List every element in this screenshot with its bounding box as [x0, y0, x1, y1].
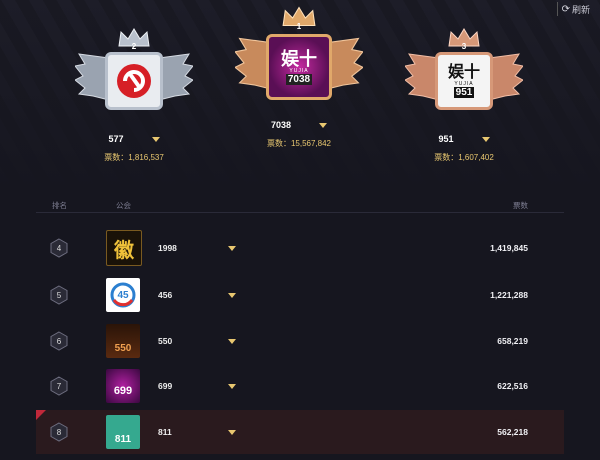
guild-logo: 45 — [106, 278, 140, 312]
header-rank: 排名 — [52, 201, 67, 210]
rank-number: 3 — [461, 42, 467, 51]
silver-wing-icon — [159, 53, 193, 101]
vote-count: 票数：1,607,402 — [434, 153, 494, 162]
vote-count: 658,219 — [497, 336, 528, 346]
podium-rank-2[interactable]: 2 577 票数：1,816,537 — [74, 28, 194, 163]
table-row[interactable]: 7 699 699 622,516 — [36, 364, 564, 408]
highlight-corner-tag — [36, 410, 46, 420]
header-votes: 票数 — [513, 201, 528, 210]
podium-rank-1[interactable]: 1 娱十 YUJIA 7038 7038 票数：15,567,842 — [234, 6, 364, 149]
vote-count: 1,221,288 — [490, 290, 528, 300]
expand-arrow-icon[interactable] — [228, 338, 236, 344]
guild-logo: 699 — [106, 369, 140, 403]
guild-name: 699 — [158, 381, 173, 391]
guild-logo: 811 — [106, 415, 140, 449]
silver-wing-icon — [75, 53, 109, 101]
table-row[interactable]: 6 550 550 658,219 — [36, 319, 564, 363]
vote-count: 562,218 — [497, 427, 528, 437]
bronze-wing-icon — [489, 53, 523, 101]
guild-name: 811 — [158, 427, 172, 437]
bronze-wing-icon — [405, 53, 439, 101]
ranking-table-header: 排名 公会 票数 — [36, 198, 564, 213]
guild-name: 456 — [158, 290, 173, 300]
rank-badge: 1 娱十 YUJIA 7038 — [235, 6, 363, 112]
expand-arrow-icon[interactable] — [228, 383, 236, 389]
vote-count: 1,419,845 — [490, 243, 528, 253]
guild-emblem-icon — [117, 64, 151, 98]
expand-arrow-icon[interactable] — [228, 292, 236, 298]
expand-arrow-icon[interactable] — [228, 429, 236, 435]
guild-name: 7038 — [270, 120, 292, 130]
table-row[interactable]: 5 45 456 1,221,288 — [36, 273, 564, 317]
rank-number: 2 — [131, 42, 137, 51]
refresh-label: 刷新 — [571, 4, 590, 15]
guild-name: 550 — [158, 336, 173, 346]
guild-name: 951 — [438, 134, 454, 144]
rank-hexagon: 5 — [50, 285, 68, 305]
rank-hexagon: 4 — [50, 238, 68, 258]
guild-logo — [105, 52, 163, 110]
table-row-highlighted[interactable]: 8 811 811 562,218 — [36, 410, 564, 454]
guild-name: 577 — [108, 134, 124, 144]
rank-badge: 2 — [75, 28, 193, 124]
expand-arrow-icon[interactable] — [228, 245, 236, 251]
rank-hexagon: 7 — [50, 376, 68, 396]
vote-count: 票数：1,816,537 — [104, 153, 164, 162]
guild-logo: 娱十 YUJIA 951 — [435, 52, 493, 110]
guild-name: 1998 — [158, 243, 177, 253]
table-row[interactable]: 4 徽 1998 1,419,845 — [36, 226, 564, 270]
rank-hexagon: 6 — [50, 331, 68, 351]
refresh-icon: ⟳ — [561, 3, 570, 15]
rank-number: 1 — [296, 22, 302, 31]
rank-hexagon: 8 — [50, 422, 68, 442]
expand-arrow-icon[interactable] — [319, 122, 328, 128]
header-guild: 公会 — [116, 201, 131, 210]
refresh-button[interactable]: ⟳ 刷新 — [556, 2, 594, 16]
rank-badge: 3 娱十 YUJIA 951 — [405, 28, 523, 124]
vote-count: 622,516 — [497, 381, 528, 391]
guild-logo: 徽 — [106, 230, 142, 266]
guild-logo: 娱十 YUJIA 7038 — [266, 34, 332, 100]
guild-logo: 550 — [106, 324, 140, 358]
podium-rank-3[interactable]: 3 娱十 YUJIA 951 951 票数：1,607,402 — [404, 28, 524, 163]
vote-count: 票数：15,567,842 — [266, 139, 332, 148]
expand-arrow-icon[interactable] — [481, 136, 490, 142]
expand-arrow-icon[interactable] — [151, 136, 160, 142]
